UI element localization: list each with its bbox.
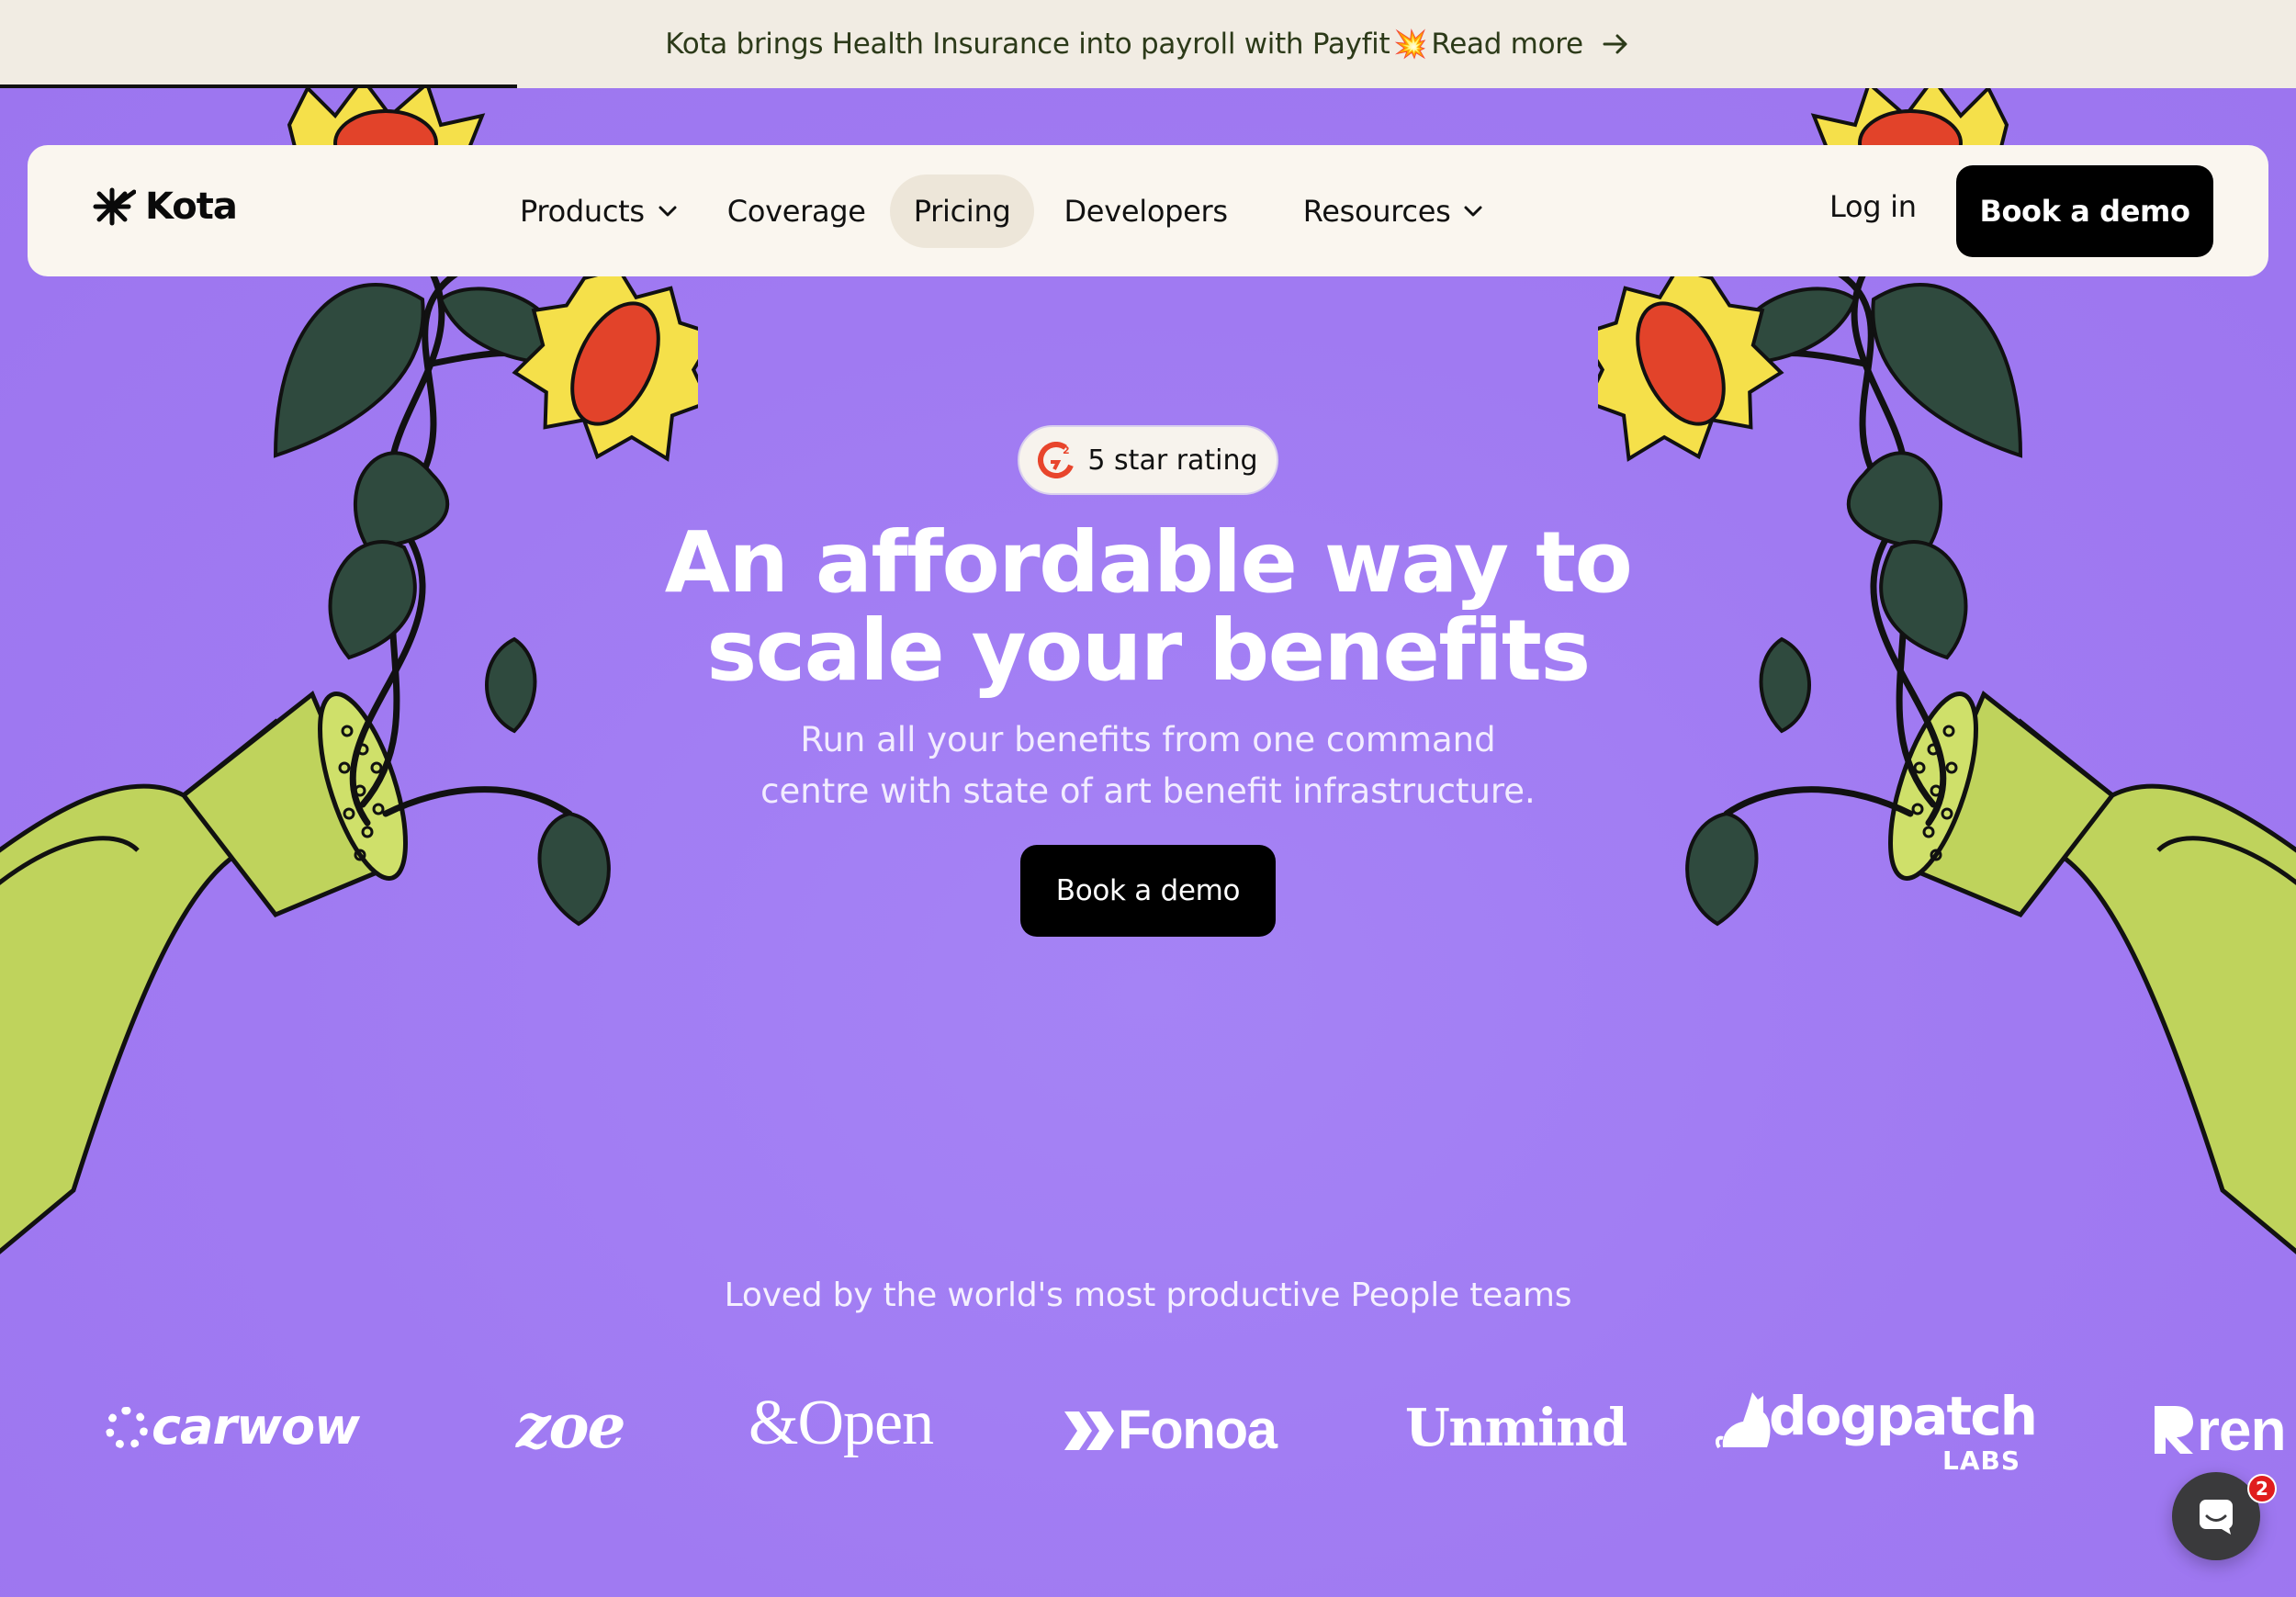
nav-coverage[interactable]: Coverage bbox=[703, 174, 890, 248]
rem-logo: ren bbox=[2149, 1396, 2287, 1464]
login-link[interactable]: Log in bbox=[1829, 189, 1917, 224]
hero-section bbox=[0, 88, 2296, 1597]
kota-logo[interactable]: Kota bbox=[88, 186, 238, 228]
logo-wordmark: Kota bbox=[145, 186, 238, 228]
nav-pricing-label: Pricing bbox=[913, 194, 1011, 229]
svg-text:2: 2 bbox=[1063, 444, 1070, 456]
hero-headline: An affordable way to scale your benefits bbox=[597, 519, 1699, 695]
rating-text: 5 star rating bbox=[1087, 444, 1258, 477]
zoe-logo: zoe bbox=[516, 1390, 625, 1462]
andopen-logo: &Open bbox=[748, 1388, 934, 1458]
rating-badge: 2 5 star rating bbox=[1018, 425, 1278, 495]
sunflower-left-2 bbox=[512, 266, 698, 462]
nav-developers[interactable]: Developers bbox=[1040, 174, 1251, 248]
subline-line-2: centre with state of art benefit infrast… bbox=[760, 771, 1536, 811]
nav-links: Products Coverage Pricing Developers Res… bbox=[496, 174, 1507, 248]
read-more-link[interactable]: Read more bbox=[1431, 28, 1583, 61]
nav-pricing[interactable]: Pricing bbox=[889, 174, 1035, 248]
chevron-down-icon bbox=[1464, 206, 1482, 217]
nav-products-label: Products bbox=[520, 194, 645, 229]
headline-line-1: An affordable way to bbox=[664, 513, 1633, 612]
g2-icon: 2 bbox=[1038, 442, 1075, 478]
nav-developers-label: Developers bbox=[1064, 194, 1228, 229]
rem-wordmark: ren bbox=[2197, 1397, 2287, 1463]
chat-icon bbox=[2200, 1500, 2233, 1535]
arrow-right-icon[interactable] bbox=[1600, 28, 1631, 60]
unmind-logo: Unmind bbox=[1405, 1398, 1627, 1458]
watering-can-right-illustration bbox=[1598, 88, 2296, 1254]
nav-resources-label: Resources bbox=[1302, 194, 1451, 229]
asterisk-logo-icon bbox=[93, 187, 136, 226]
watering-can-left-illustration bbox=[0, 88, 698, 1254]
social-proof-heading: Loved by the world's most productive Peo… bbox=[724, 1276, 1572, 1314]
watering-can-left bbox=[0, 691, 408, 1254]
announcement-bar[interactable]: Kota brings Health Insurance into payrol… bbox=[0, 0, 2296, 88]
spark-emoji: 💥 bbox=[1393, 28, 1428, 61]
dogpatch-wordmark: dogpatch bbox=[1769, 1385, 2038, 1447]
headline-line-2: scale your benefits bbox=[706, 602, 1591, 700]
book-demo-hero-button[interactable]: Book a demo bbox=[1020, 845, 1276, 937]
fonoa-wordmark: Fonoa bbox=[1118, 1399, 1277, 1460]
fonoa-logo: Fonoa bbox=[1061, 1398, 1277, 1461]
customer-logos: carwow zoe &Open Fonoa Unmind dogpatch L… bbox=[0, 1378, 2296, 1497]
carwow-wordmark: carwow bbox=[152, 1398, 360, 1456]
subline-line-1: Run all your benefits from one command bbox=[800, 720, 1496, 759]
unread-count-badge: 2 bbox=[2247, 1474, 2277, 1503]
chevron-down-icon bbox=[658, 206, 677, 217]
nav-resources[interactable]: Resources bbox=[1279, 174, 1508, 248]
hero-subheadline: Run all your benefits from one command c… bbox=[698, 714, 1598, 817]
watering-can-right bbox=[1888, 691, 2296, 1254]
announcement-text: Kota brings Health Insurance into payrol… bbox=[665, 28, 1390, 61]
nav-products[interactable]: Products bbox=[496, 174, 702, 248]
main-nav: Kota Products Coverage Pricing Developer… bbox=[28, 145, 2268, 276]
sunflower-right-2 bbox=[1598, 266, 1784, 462]
nav-coverage-label: Coverage bbox=[726, 194, 866, 229]
rem-mark-icon bbox=[2155, 1406, 2193, 1454]
fonoa-chevrons-icon bbox=[1064, 1411, 1114, 1450]
book-demo-nav-button[interactable]: Book a demo bbox=[1956, 165, 2213, 257]
labs-wordmark: LABS bbox=[1942, 1445, 2021, 1476]
carwow-mark-icon bbox=[106, 1407, 148, 1449]
carwow-logo: carwow bbox=[106, 1398, 360, 1456]
